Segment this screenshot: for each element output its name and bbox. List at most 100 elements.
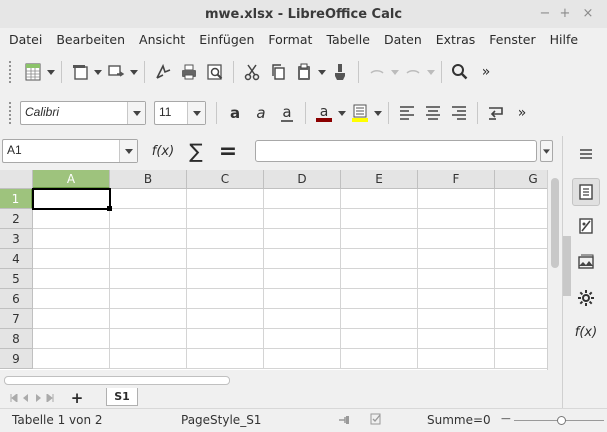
sum-readout[interactable]: Summe=0 — [427, 413, 491, 427]
vertical-scrollbar[interactable] — [547, 170, 562, 370]
toolbar-grip[interactable] — [8, 101, 12, 125]
templates-button[interactable] — [67, 59, 93, 85]
menu-hilfe[interactable]: Hilfe — [543, 32, 585, 47]
cell-b1[interactable] — [110, 189, 187, 209]
align-center-button[interactable] — [420, 100, 446, 126]
row-header-9[interactable]: 9 — [0, 349, 33, 369]
spreadsheet-grid[interactable]: ABCDEFG 123456789 — [0, 170, 547, 370]
highlight-color-button[interactable] — [347, 100, 373, 126]
cell-a1[interactable] — [33, 189, 110, 209]
cell-b3[interactable] — [110, 229, 187, 249]
cell-g4[interactable] — [495, 249, 547, 269]
cell-f3[interactable] — [418, 229, 495, 249]
selection-mode-icon[interactable] — [338, 414, 350, 429]
cell-g9[interactable] — [495, 349, 547, 369]
cell-c1[interactable] — [187, 189, 264, 209]
redo-button[interactable] — [400, 59, 426, 85]
next-sheet-button[interactable] — [32, 390, 44, 406]
menu-einfuegen[interactable]: Einfügen — [192, 32, 261, 47]
cell-f8[interactable] — [418, 329, 495, 349]
cell-d4[interactable] — [264, 249, 341, 269]
cell-a4[interactable] — [33, 249, 110, 269]
page-style[interactable]: PageStyle_S1 — [181, 413, 261, 427]
cell-d1[interactable] — [264, 189, 341, 209]
cell-b4[interactable] — [110, 249, 187, 269]
formula-button[interactable]: = — [215, 139, 241, 164]
clone-formatting-button[interactable] — [327, 59, 353, 85]
minimize-button[interactable]: − — [537, 6, 553, 21]
cell-b7[interactable] — [110, 309, 187, 329]
cell-a7[interactable] — [33, 309, 110, 329]
first-sheet-button[interactable] — [8, 390, 20, 406]
name-box-value[interactable]: A1 — [3, 140, 119, 162]
cell-e1[interactable] — [341, 189, 418, 209]
sidebar-properties-button[interactable] — [572, 178, 600, 206]
column-header-a[interactable]: A — [33, 170, 110, 189]
cell-c6[interactable] — [187, 289, 264, 309]
find-replace-button[interactable] — [447, 59, 473, 85]
templates-dropdown[interactable] — [93, 59, 103, 85]
column-header-c[interactable]: C — [187, 170, 264, 189]
align-right-button[interactable] — [446, 100, 472, 126]
cell-b9[interactable] — [110, 349, 187, 369]
font-size-value[interactable]: 11 — [155, 102, 187, 124]
cell-d7[interactable] — [264, 309, 341, 329]
new-spreadsheet-button[interactable] — [20, 59, 46, 85]
font-name-dropdown[interactable] — [127, 102, 145, 124]
menu-tabelle[interactable]: Tabelle — [319, 32, 377, 47]
cell-c5[interactable] — [187, 269, 264, 289]
sidebar-menu-button[interactable] — [572, 140, 600, 168]
menu-ansicht[interactable]: Ansicht — [132, 32, 192, 47]
cell-g7[interactable] — [495, 309, 547, 329]
copy-button[interactable] — [265, 59, 291, 85]
cell-b5[interactable] — [110, 269, 187, 289]
cell-e7[interactable] — [341, 309, 418, 329]
cell-f7[interactable] — [418, 309, 495, 329]
sheet-tab-s1[interactable]: S1 — [106, 388, 138, 406]
menu-daten[interactable]: Daten — [377, 32, 429, 47]
cell-c4[interactable] — [187, 249, 264, 269]
sidebar-functions-button[interactable]: f(x) — [572, 318, 600, 346]
row-header-6[interactable]: 6 — [0, 289, 33, 309]
vertical-scroll-thumb[interactable] — [551, 178, 559, 268]
menu-datei[interactable]: Datei — [2, 32, 49, 47]
sidebar-gallery-button[interactable] — [572, 248, 600, 276]
cell-e9[interactable] — [341, 349, 418, 369]
cell-d9[interactable] — [264, 349, 341, 369]
wrap-text-button[interactable] — [483, 100, 509, 126]
cell-d3[interactable] — [264, 229, 341, 249]
align-left-button[interactable] — [394, 100, 420, 126]
select-all-corner[interactable] — [0, 170, 33, 189]
cell-b8[interactable] — [110, 329, 187, 349]
cell-g3[interactable] — [495, 229, 547, 249]
column-header-f[interactable]: F — [418, 170, 495, 189]
cell-f9[interactable] — [418, 349, 495, 369]
formula-input[interactable] — [255, 140, 537, 162]
undo-button[interactable] — [364, 59, 390, 85]
cell-a3[interactable] — [33, 229, 110, 249]
name-box[interactable]: A1 — [2, 139, 138, 163]
font-size-dropdown[interactable] — [187, 102, 205, 124]
font-size-combo[interactable]: 11 — [154, 101, 206, 125]
cell-d6[interactable] — [264, 289, 341, 309]
cell-b2[interactable] — [110, 209, 187, 229]
cell-e2[interactable] — [341, 209, 418, 229]
redo-dropdown[interactable] — [426, 59, 436, 85]
sidebar-collapse-handle[interactable] — [563, 236, 571, 296]
more-format-options-button[interactable]: » — [509, 100, 535, 126]
cell-c7[interactable] — [187, 309, 264, 329]
new-dropdown[interactable] — [46, 59, 56, 85]
font-name-combo[interactable]: Calibri — [20, 101, 146, 125]
menu-extras[interactable]: Extras — [429, 32, 483, 47]
column-header-g[interactable]: G — [495, 170, 547, 189]
horizontal-scroll-thumb[interactable] — [4, 376, 230, 385]
row-header-4[interactable]: 4 — [0, 249, 33, 269]
cell-e6[interactable] — [341, 289, 418, 309]
italic-button[interactable]: a — [248, 100, 274, 126]
font-name-value[interactable]: Calibri — [21, 102, 127, 124]
font-color-button[interactable]: a — [311, 100, 337, 126]
close-button[interactable]: × — [580, 6, 596, 21]
cell-c8[interactable] — [187, 329, 264, 349]
cell-g6[interactable] — [495, 289, 547, 309]
maximize-button[interactable]: + — [557, 6, 573, 21]
